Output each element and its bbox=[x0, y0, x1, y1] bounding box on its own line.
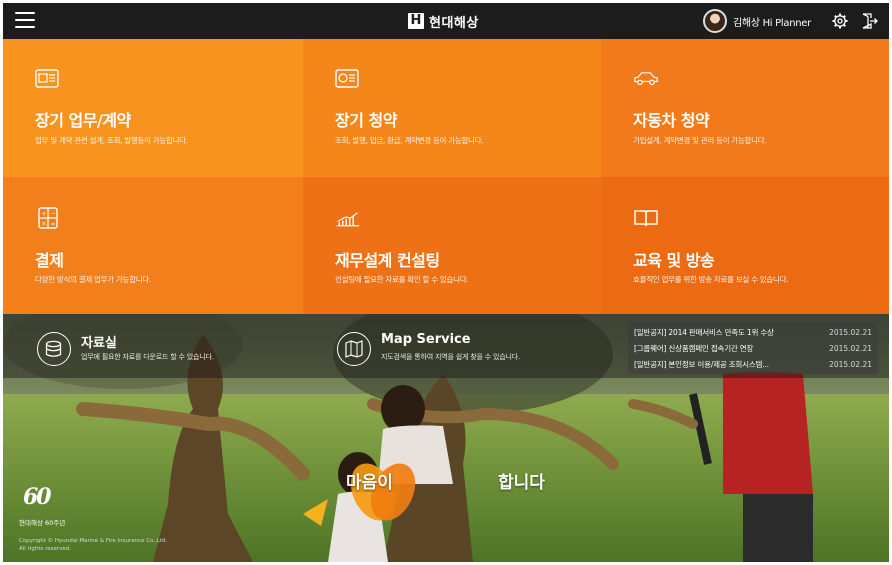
tile-long-term-subscription[interactable]: 장기 청약 조회, 발행, 입금, 환급, 계약변경 등이 가능합니다. bbox=[303, 39, 601, 177]
map-service-title: Map Service bbox=[381, 332, 471, 347]
anniversary-mark: 60 bbox=[23, 484, 52, 510]
notice-item[interactable]: [그룹웨어] 신상품캠페인 접속기간 연장 2015.02.21 bbox=[634, 340, 872, 356]
database-icon bbox=[37, 332, 71, 366]
notice-date: 2015.02.21 bbox=[829, 343, 872, 353]
tile-education-broadcast[interactable]: 교육 및 방송 효율적인 업무를 위한 방송 자료를 보실 수 있습니다. bbox=[601, 177, 889, 314]
tile-description: 조회, 발행, 입금, 환급, 계약변경 등이 가능합니다. bbox=[335, 136, 484, 145]
chart-growth-icon bbox=[336, 212, 360, 227]
map-service-description: 지도검색을 통하여 지역을 쉽게 찾을 수 있습니다. bbox=[381, 353, 520, 361]
copyright-line1: Copyright © Hyundai Marine & Fire Insura… bbox=[19, 538, 168, 544]
copyright-line2: All rights reserved. bbox=[19, 546, 72, 552]
notice-item[interactable]: [일반공지] 본인정보 이용/제공 조회시스템... 2015.02.21 bbox=[634, 356, 872, 372]
hero-photo: 자료실 업무에 필요한 자료를 다운로드 할 수 있습니다. Map Servi… bbox=[3, 314, 889, 562]
brand-logo: H 현대해상 bbox=[408, 11, 479, 31]
notice-date: 2015.02.21 bbox=[829, 359, 872, 369]
brand-name: 현대해상 bbox=[429, 15, 479, 31]
menu-tiles: 장기 업무/계약 업무 및 계약 관련 설계, 조회, 발행등이 가능합니다. … bbox=[3, 39, 889, 314]
hamburger-menu-icon[interactable] bbox=[15, 12, 35, 30]
tile-description: 업무 및 계약 관련 설계, 조회, 발행등이 가능합니다. bbox=[35, 136, 188, 145]
archive-title: 자료실 bbox=[81, 336, 117, 351]
tile-payment[interactable]: + − × = 결제 다양한 방식의 결제 업무가 가능합니다. bbox=[3, 177, 303, 314]
car-icon bbox=[634, 72, 658, 86]
tile-title: 장기 업무/계약 bbox=[35, 111, 131, 130]
tile-financial-consulting[interactable]: 재무설계 컨설팅 컨설팅에 필요한 자료를 확인 할 수 있습니다. bbox=[303, 177, 601, 314]
calculator-icon: + − × = bbox=[38, 207, 58, 229]
notice-title: [일반공지] 본인정보 이용/제공 조회시스템... bbox=[634, 359, 769, 369]
book-icon bbox=[634, 210, 658, 227]
tile-title: 교육 및 방송 bbox=[633, 251, 715, 270]
tile-auto-subscription[interactable]: 자동차 청약 가입설계, 계약변경 및 관리 등이 가능합니다. bbox=[601, 39, 889, 177]
notice-title: [일반공지] 2014 판매서비스 만족도 1위 수상 bbox=[634, 327, 774, 337]
contract-icon bbox=[335, 69, 359, 88]
slogan-left: 마음이 bbox=[346, 473, 393, 493]
tile-description: 컨설팅에 필요한 자료를 확인 할 수 있습니다. bbox=[335, 275, 469, 284]
brand-mark: H bbox=[408, 13, 424, 29]
tile-description: 효율적인 업무를 위한 방송 자료를 보실 수 있습니다. bbox=[633, 275, 789, 284]
svg-text:+: + bbox=[42, 211, 47, 218]
svg-text:×: × bbox=[42, 221, 47, 228]
map-icon bbox=[337, 332, 371, 366]
tile-description: 가입설계, 계약변경 및 관리 등이 가능합니다. bbox=[633, 136, 767, 145]
app-window: H 현대해상 김해상 Hi Planner 장기 업무/계약 업무 및 계약 관… bbox=[3, 3, 889, 562]
notice-item[interactable]: [일반공지] 2014 판매서비스 만족도 1위 수상 2015.02.21 bbox=[634, 324, 872, 340]
archive-description: 업무에 필요한 자료를 다운로드 할 수 있습니다. bbox=[81, 353, 214, 361]
document-calculator-icon bbox=[35, 69, 59, 88]
notice-list: [일반공지] 2014 판매서비스 만족도 1위 수상 2015.02.21 [… bbox=[628, 322, 878, 374]
tile-description: 다양한 방식의 결제 업무가 가능합니다. bbox=[35, 275, 152, 284]
copyright: Copyright © Hyundai Marine & Fire Insura… bbox=[19, 537, 167, 553]
logout-icon[interactable] bbox=[861, 12, 879, 30]
gear-icon[interactable] bbox=[831, 12, 849, 30]
tile-title: 결제 bbox=[35, 251, 64, 270]
notice-title: [그룹웨어] 신상품캠페인 접속기간 연장 bbox=[634, 343, 754, 353]
top-bar: H 현대해상 김해상 Hi Planner bbox=[3, 3, 889, 39]
slogan-right: 합니다 bbox=[498, 473, 545, 493]
slogan: 마음이 합니다 bbox=[343, 454, 573, 534]
tile-title: 자동차 청약 bbox=[633, 111, 710, 130]
svg-text:−: − bbox=[51, 211, 56, 218]
tile-title: 장기 청약 bbox=[335, 111, 397, 130]
user-name: 김해상 Hi Planner bbox=[733, 17, 811, 29]
anniversary-text: 현대해상 60주년 bbox=[19, 519, 66, 527]
avatar bbox=[703, 9, 727, 33]
notice-date: 2015.02.21 bbox=[829, 327, 872, 337]
user-profile[interactable]: 김해상 Hi Planner bbox=[703, 9, 811, 33]
tile-title: 재무설계 컨설팅 bbox=[335, 251, 440, 270]
svg-text:=: = bbox=[51, 221, 56, 228]
tile-long-term-contract[interactable]: 장기 업무/계약 업무 및 계약 관련 설계, 조회, 발행등이 가능합니다. bbox=[3, 39, 303, 177]
